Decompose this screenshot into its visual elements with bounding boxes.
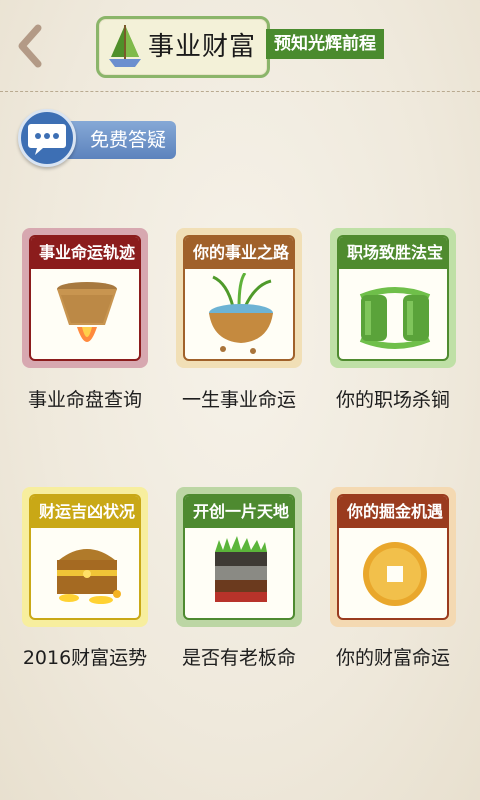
card-caption[interactable]: 你的财富命运: [318, 643, 468, 670]
card-banner: 你的事业之路: [185, 237, 293, 269]
sailboat-icon: [109, 25, 141, 67]
card-boss-destiny[interactable]: 开创一片天地: [176, 487, 302, 627]
gold-coin-icon: [363, 542, 427, 606]
card-banner: 开创一片天地: [185, 496, 293, 528]
card-wealth-luck[interactable]: 财运吉凶状况: [22, 487, 148, 627]
card-banner: 你的掘金机遇: [339, 496, 447, 528]
card-inner: 财运吉凶状况: [29, 494, 141, 620]
tagline: 预知光辉前程: [266, 29, 384, 59]
card-banner: 事业命运轨迹: [31, 237, 139, 269]
card-banner: 财运吉凶状况: [31, 496, 139, 528]
card-career-chart[interactable]: 事业命运轨迹: [22, 228, 148, 368]
card-caption[interactable]: 2016财富运势: [10, 643, 160, 670]
free-qa-button[interactable]: 免费答疑: [18, 109, 178, 171]
card-workplace-trump[interactable]: 职场致胜法宝: [330, 228, 456, 368]
card-career-road[interactable]: 你的事业之路: [176, 228, 302, 368]
chat-bubble-icon: [18, 109, 76, 167]
card-inner: 事业命运轨迹: [29, 235, 141, 361]
card-caption[interactable]: 是否有老板命: [164, 643, 314, 670]
header: 事业财富 预知光辉前程: [0, 0, 480, 92]
card-gold-chance[interactable]: 你的掘金机遇: [330, 487, 456, 627]
page-title: 事业财富: [148, 32, 257, 62]
soil-layers-icon: [215, 536, 267, 602]
divider: [0, 91, 480, 92]
card-caption[interactable]: 你的职场杀锏: [318, 385, 468, 412]
card-caption[interactable]: 事业命盘查询: [10, 385, 160, 412]
flowerpot-rocket-icon: [57, 282, 117, 342]
card-inner: 你的事业之路: [183, 235, 295, 361]
card-inner: 职场致胜法宝: [337, 235, 449, 361]
treasure-chest-icon: [57, 549, 121, 604]
card-inner: 开创一片天地: [183, 494, 295, 620]
back-arrow-icon[interactable]: [8, 20, 52, 72]
card-caption[interactable]: 一生事业命运: [164, 385, 314, 412]
sprout-pot-icon: [209, 273, 273, 354]
card-inner: 你的掘金机遇: [337, 494, 449, 620]
jade-bracelets-icon: [359, 287, 431, 349]
card-banner: 职场致胜法宝: [339, 237, 447, 269]
